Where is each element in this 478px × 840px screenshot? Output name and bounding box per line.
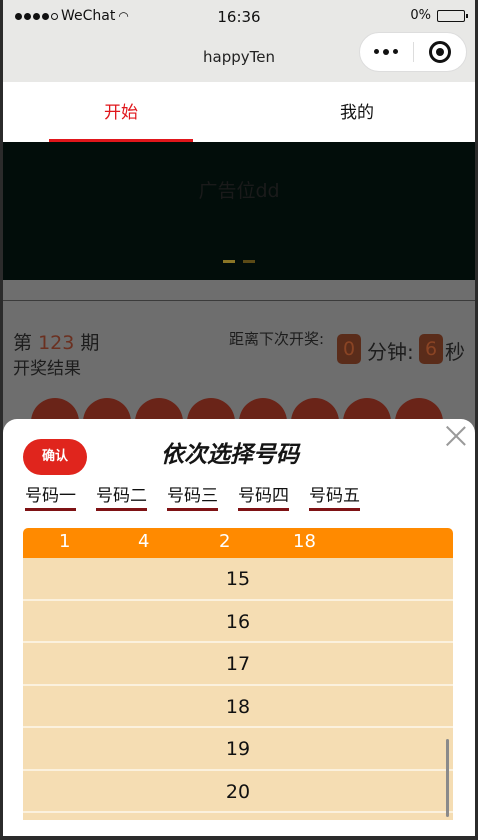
countdown-seconds: 6	[419, 334, 443, 364]
issue-suffix: 期	[80, 332, 100, 354]
list-item[interactable]: 19	[23, 728, 453, 771]
list-item[interactable]: 20	[23, 771, 453, 813]
tab-mine[interactable]: 我的	[239, 82, 475, 142]
selected-numbers-bar: 1 4 2 18	[23, 528, 453, 558]
list-item[interactable]: 15	[23, 558, 453, 601]
list-scrollbar[interactable]	[446, 739, 449, 817]
status-time: 16:36	[217, 8, 261, 26]
section-divider	[3, 300, 475, 301]
tab-start[interactable]: 开始	[3, 82, 239, 142]
number-option-list[interactable]: 15 16 17 18 19 20	[23, 558, 453, 820]
battery-percent: 0%	[410, 8, 431, 23]
battery-group: 0%	[410, 8, 468, 23]
nav-bar: happyTen	[3, 32, 475, 82]
confirm-button[interactable]: 确认	[23, 439, 87, 475]
tab-number-3[interactable]: 号码三	[167, 481, 218, 511]
banner-indicator	[223, 260, 255, 263]
banner-dot	[223, 260, 235, 263]
tab-bar: 开始 我的	[3, 82, 475, 142]
status-bar: WeChat ◠ 16:36 0%	[3, 0, 475, 32]
banner-dot	[243, 260, 255, 263]
selected-number: 2	[219, 531, 231, 552]
more-options-icon[interactable]	[360, 49, 413, 55]
close-icon[interactable]	[445, 425, 467, 447]
selected-number: 18	[293, 531, 316, 552]
number-tabs: 号码一 号码二 号码三 号码四 号码五	[25, 481, 360, 511]
tab-number-1[interactable]: 号码一	[25, 481, 76, 511]
minutes-unit: 分钟:	[367, 340, 414, 364]
issue-number: 123	[38, 332, 75, 354]
exit-mini-program-icon[interactable]	[413, 41, 466, 63]
list-item[interactable]: 17	[23, 643, 453, 686]
tab-number-5[interactable]: 号码五	[309, 481, 360, 511]
result-label: 开奖结果	[13, 359, 81, 379]
ad-text: 广告位dd	[198, 180, 280, 202]
list-item[interactable]: 16	[23, 601, 453, 643]
ad-banner[interactable]: 广告位dd	[3, 142, 475, 280]
tab-number-4[interactable]: 号码四	[238, 481, 289, 511]
issue-heading: 第 123 期	[13, 328, 99, 355]
phone-frame: WeChat ◠ 16:36 0% happyTen 开始 我的 广告位dd 第	[0, 0, 478, 840]
issue-prefix: 第	[13, 332, 33, 354]
battery-icon	[437, 9, 468, 22]
countdown-label: 距离下次开奖:	[229, 330, 325, 348]
countdown-minutes: 0	[337, 334, 361, 364]
list-item[interactable]: 18	[23, 686, 453, 728]
seconds-unit: 秒	[445, 340, 465, 364]
picker-title: 依次选择号码	[161, 442, 299, 468]
selected-number: 1	[59, 531, 71, 552]
mini-program-capsule	[359, 32, 467, 72]
tab-number-2[interactable]: 号码二	[96, 481, 147, 511]
number-picker-sheet: 确认 依次选择号码 号码一 号码二 号码三 号码四 号码五 1 4 2 18 1…	[3, 419, 475, 836]
selected-number: 4	[138, 531, 150, 552]
